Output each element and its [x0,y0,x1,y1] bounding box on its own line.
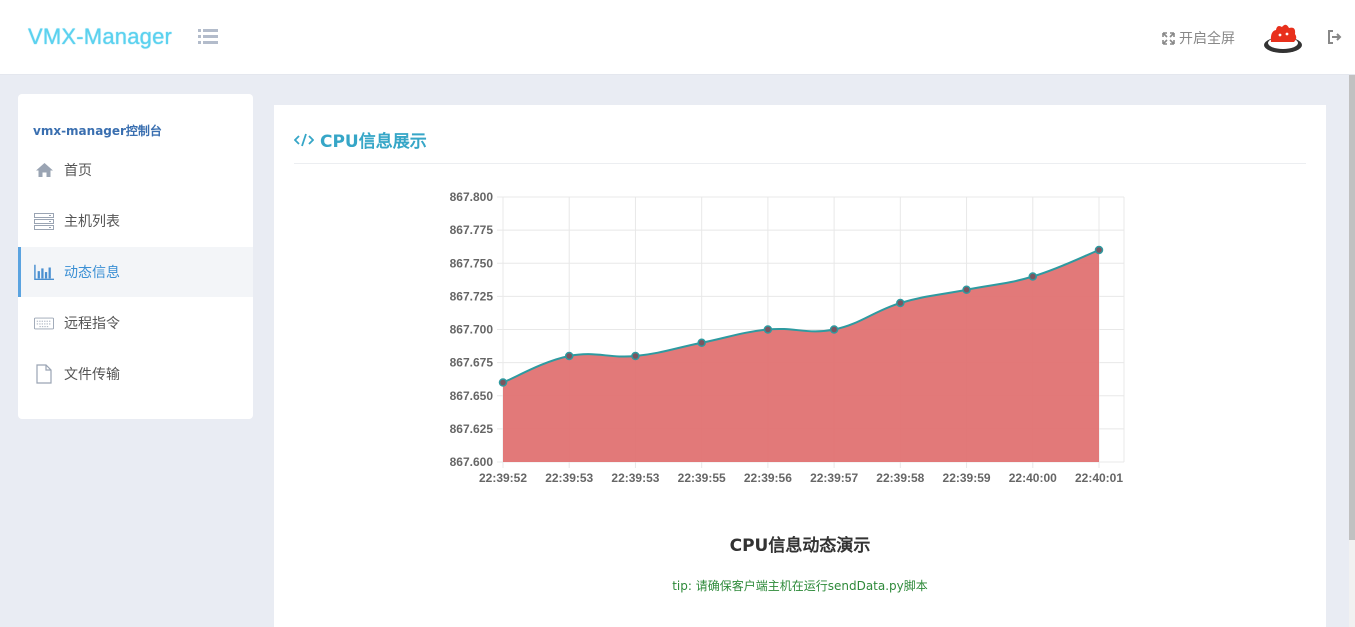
y-tick-label: 867.600 [450,455,494,469]
list-icon[interactable] [198,28,218,45]
y-tick-label: 867.750 [450,256,494,270]
data-point [1094,245,1104,255]
sidebar-item-remote-command[interactable]: 远程指令 [18,298,253,348]
sidebar-item-host-list[interactable]: 主机列表 [18,196,253,246]
x-tick-label: 22:39:58 [876,471,924,485]
x-tick-label: 22:40:01 [1075,471,1123,485]
sign-out-icon[interactable] [1327,30,1342,44]
sidebar: vmx-manager控制台 首页 主机列表 动态信息 远程指令 文件传输 [18,94,253,419]
data-point [962,285,971,294]
y-tick-label: 867.725 [450,289,494,303]
data-point [896,298,905,308]
x-tick-label: 22:39:56 [744,471,792,485]
keyboard-icon [34,314,54,332]
data-point [498,378,508,387]
bar-chart-icon [34,263,54,281]
data-point [631,351,640,361]
y-tick-label: 867.775 [450,223,494,237]
y-tick-label: 867.700 [450,323,494,337]
code-icon [294,133,314,146]
data-point [697,338,706,347]
sidebar-item-label: 首页 [64,163,92,179]
server-icon [34,212,54,230]
app-logo[interactable]: VMX-Manager [28,24,172,50]
fullscreen-button[interactable]: 开启全屏 [1162,28,1235,48]
avatar[interactable] [1262,18,1304,56]
sidebar-item-file-transfer[interactable]: 文件传输 [18,349,253,399]
scrollbar-thumb[interactable] [1349,75,1355,540]
y-tick-label: 867.650 [450,389,494,403]
sidebar-item-home[interactable]: 首页 [18,145,253,195]
title-divider [294,163,1306,164]
top-navbar: VMX-Manager 开启全屏 [0,0,1355,75]
sidebar-item-label: 动态信息 [64,265,120,281]
home-icon [34,161,54,179]
y-tick-label: 867.675 [450,356,494,370]
x-tick-label: 22:39:53 [611,471,659,485]
sidebar-item-label: 主机列表 [64,214,120,230]
tip-text: tip: 请确保客户端主机在运行sendData.py脚本 [672,579,928,593]
x-tick-label: 22:39:57 [810,471,858,485]
chart-caption: CPU信息动态演示 [729,536,871,556]
x-tick-label: 22:40:00 [1009,471,1057,485]
data-point [829,325,839,334]
page-scrollbar[interactable] [1349,75,1355,627]
data-point [1028,272,1038,281]
cpu-line-chart: 867.800 867.775 867.750 867.725 867.700 867.6… [450,190,1125,485]
sidebar-item-label: 远程指令 [64,316,120,332]
x-tick-label: 22:39:55 [678,471,726,485]
page-title-text: CPU信息展示 [320,132,427,152]
sidebar-title: vmx-manager控制台 [33,124,162,138]
x-tick-label: 22:39:59 [943,471,991,485]
fullscreen-label: 开启全屏 [1179,31,1235,47]
data-point [763,325,773,334]
y-tick-label: 867.625 [450,422,494,436]
data-point [564,351,574,361]
page-title: CPU信息展示 [294,127,427,152]
file-icon [34,364,54,384]
y-tick-label: 867.800 [450,190,494,204]
sidebar-item-dynamic-info[interactable]: 动态信息 [18,247,253,297]
sidebar-item-label: 文件传输 [64,367,120,383]
x-tick-label: 22:39:53 [545,471,593,485]
x-tick-label: 22:39:52 [479,471,527,485]
main-panel: CPU信息展示 867.800 867.775 867.750 867.725 867.… [274,105,1326,627]
expand-icon [1162,31,1175,45]
